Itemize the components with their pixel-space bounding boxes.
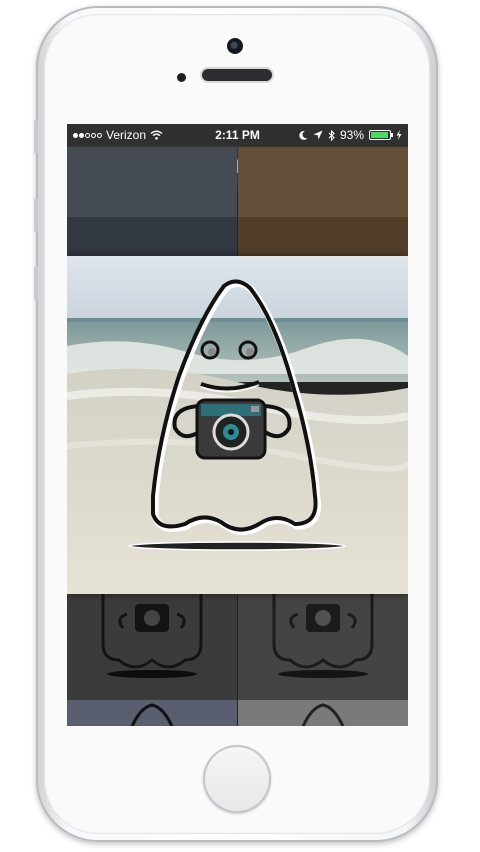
earpiece-speaker (202, 69, 272, 81)
selected-filter-preview[interactable] (67, 256, 408, 594)
status-bar: Verizon 2:11 PM 93% (67, 124, 408, 146)
charging-bolt-icon (396, 130, 402, 140)
mute-switch (34, 120, 38, 154)
battery-percent: 93% (339, 128, 364, 142)
moon-icon (299, 130, 308, 140)
proximity-sensor (177, 73, 186, 82)
app-screen: Verizon 2:11 PM 93% Add Filter (67, 124, 408, 726)
home-button[interactable] (203, 745, 271, 813)
battery-icon (369, 130, 393, 140)
location-arrow-icon (313, 130, 323, 140)
bluetooth-icon (328, 129, 335, 141)
volume-up-button (34, 198, 38, 232)
front-camera (227, 38, 243, 54)
filter-tile[interactable] (67, 700, 237, 726)
volume-down-button (34, 266, 38, 300)
filter-tile[interactable] (238, 700, 408, 726)
